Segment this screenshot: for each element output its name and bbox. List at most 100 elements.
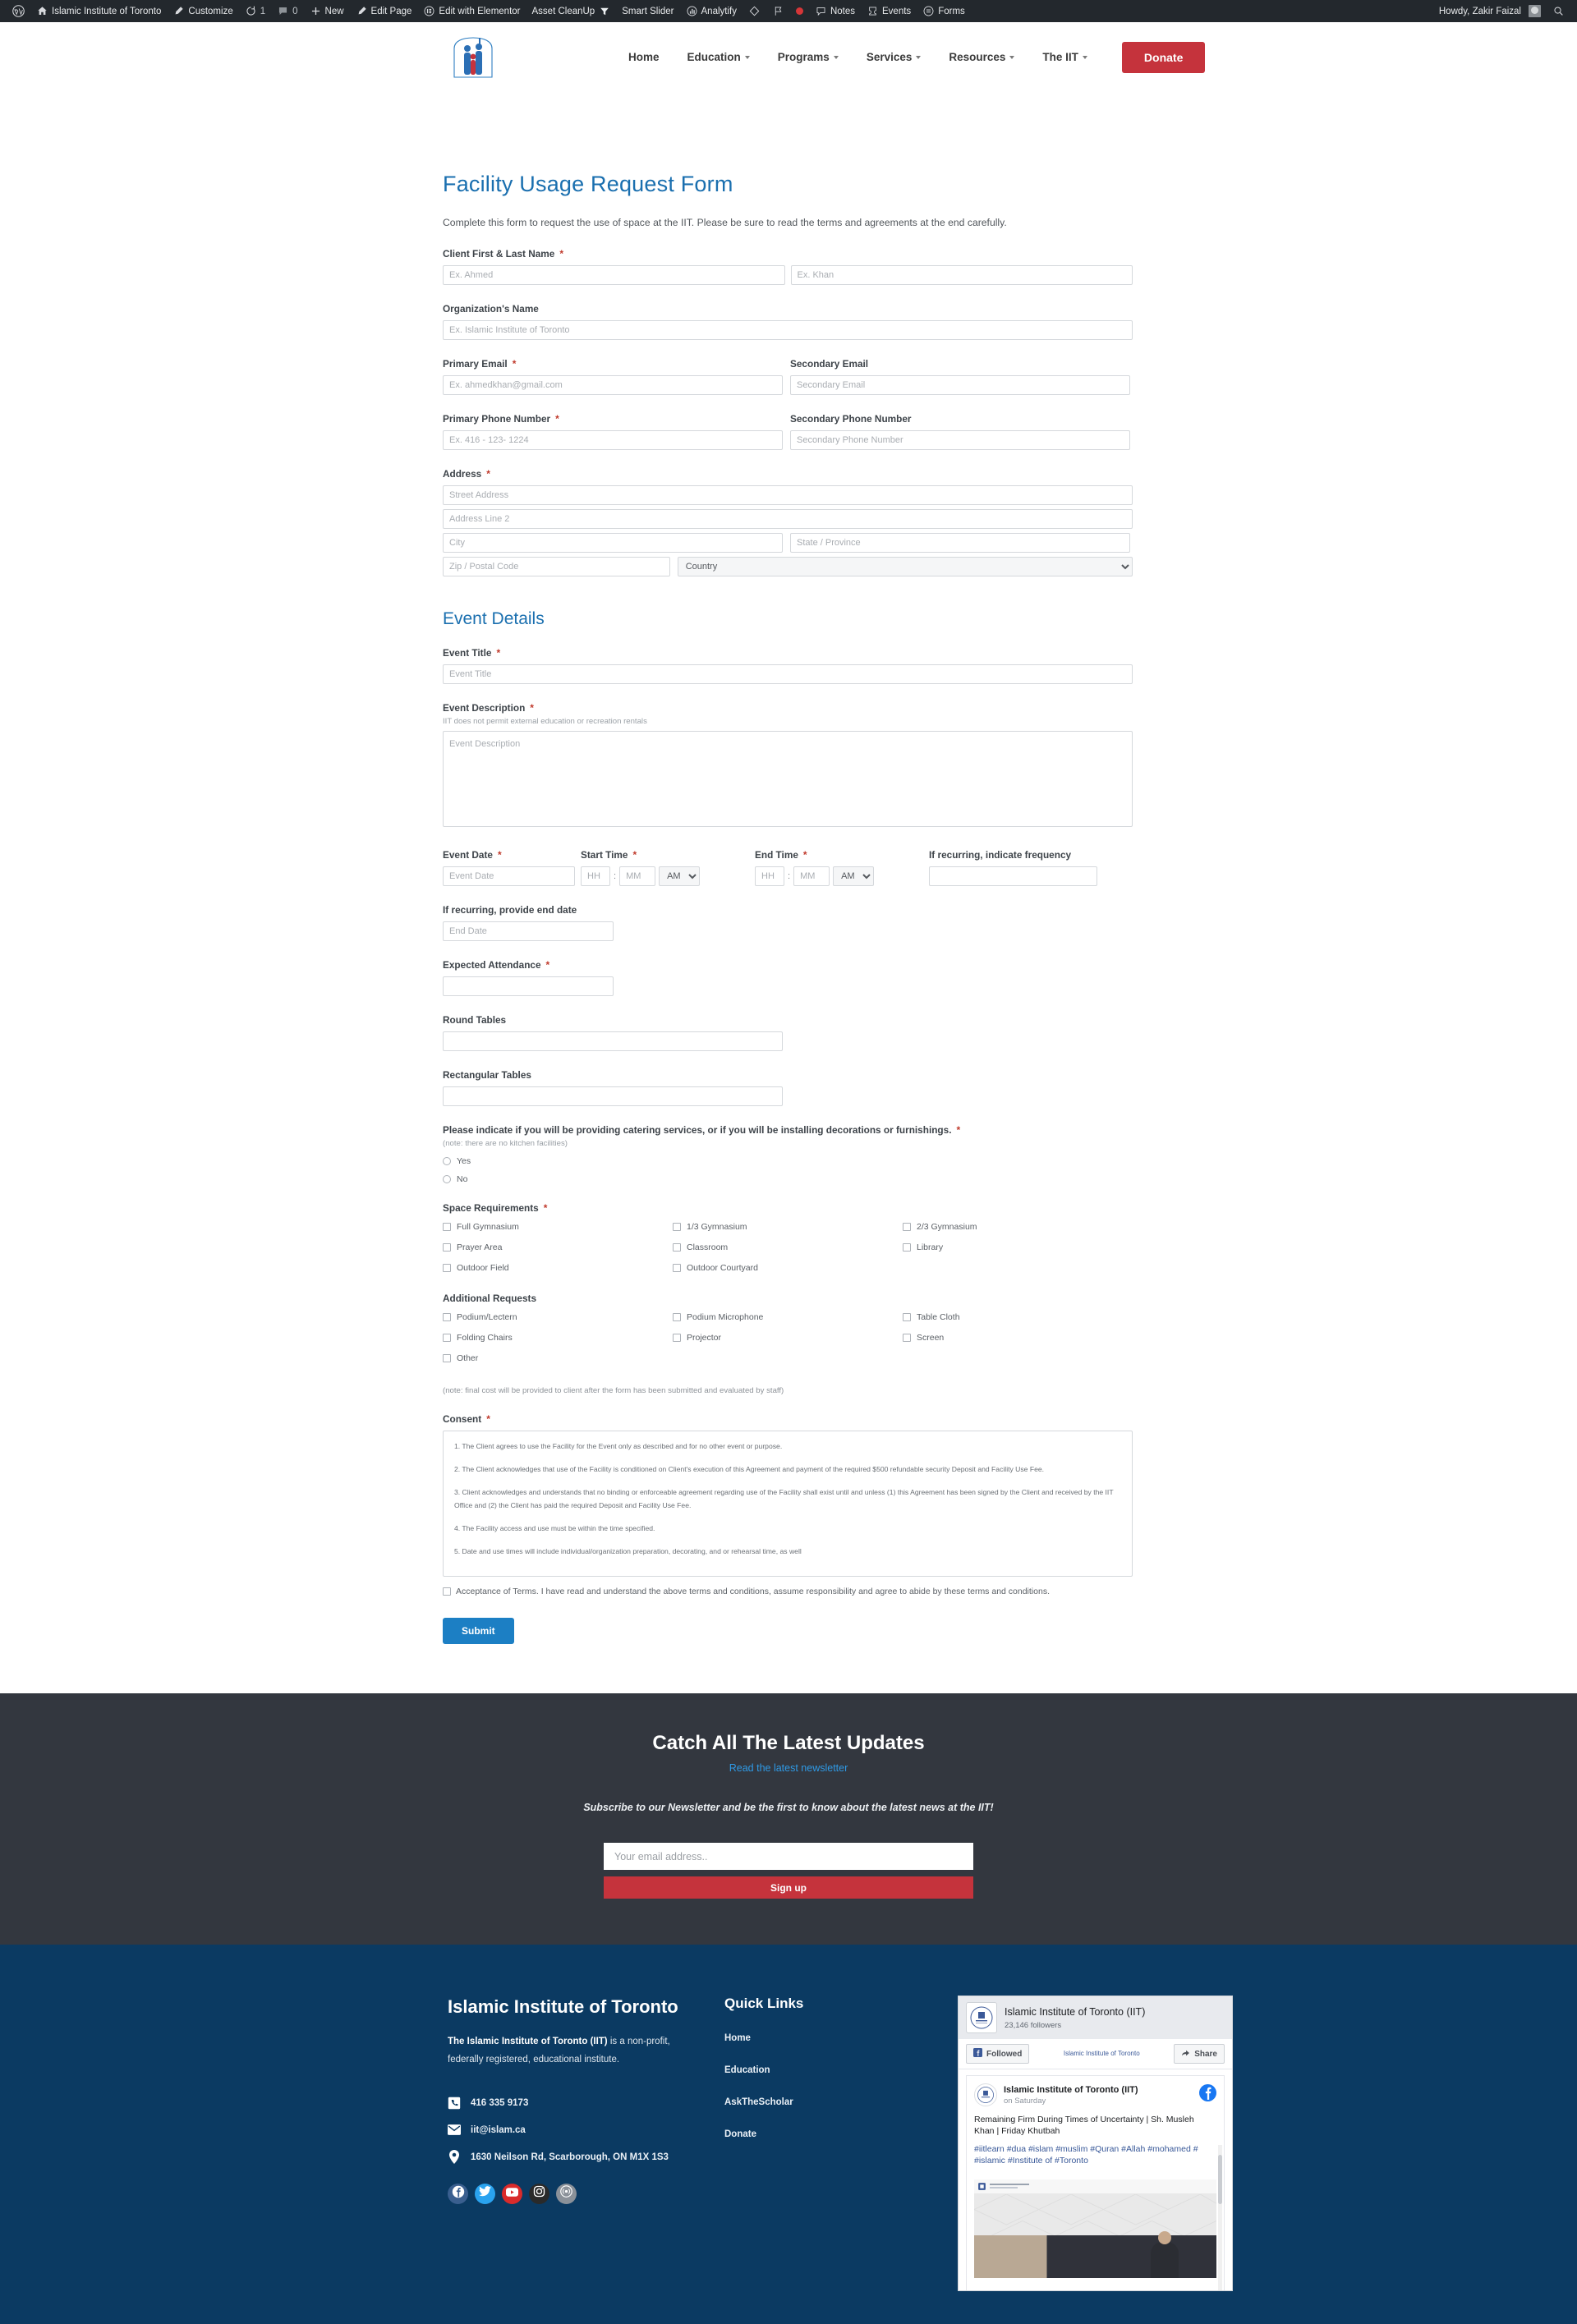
nav-item-services[interactable]: Services — [853, 51, 936, 63]
request-option-other[interactable]: Other — [443, 1353, 673, 1363]
recurring-frequency-input[interactable] — [929, 866, 1097, 887]
space-option-library[interactable]: Library — [903, 1242, 1133, 1252]
adminbar-search[interactable] — [1547, 0, 1570, 22]
acceptance-of-terms-checkbox[interactable]: Acceptance of Terms. I have read and und… — [443, 1587, 1133, 1596]
adminbar-diamond-plugin[interactable] — [743, 0, 766, 22]
primary-email-input[interactable] — [443, 375, 783, 396]
newsletter-signup-button[interactable]: Sign up — [604, 1876, 973, 1899]
secondary-email-input[interactable] — [790, 375, 1130, 396]
submit-button[interactable]: Submit — [443, 1618, 514, 1645]
adminbar-updates[interactable]: 1 — [239, 0, 271, 22]
adminbar-flag-plugin[interactable] — [766, 0, 790, 22]
event-date-input[interactable] — [443, 866, 575, 887]
start-time-hour-input[interactable] — [581, 866, 610, 887]
end-time-hour-input[interactable] — [755, 866, 784, 887]
space-option-prayer-area[interactable]: Prayer Area — [443, 1242, 673, 1252]
adminbar-customize[interactable]: Customize — [167, 0, 238, 22]
nav-item-programs[interactable]: Programs — [764, 51, 853, 63]
adminbar-forms[interactable]: Forms — [917, 0, 971, 22]
client-last-name-input[interactable] — [790, 265, 1133, 286]
adminbar-analytify[interactable]: Analytify — [680, 0, 743, 22]
zip-postal-code-input[interactable] — [443, 557, 670, 577]
adminbar-site-name-label: Islamic Institute of Toronto — [52, 6, 162, 16]
donate-button[interactable]: Donate — [1121, 41, 1206, 73]
country-select[interactable]: Country — [677, 557, 1133, 577]
newsletter-link[interactable]: Read the latest newsletter — [0, 1762, 1577, 1774]
request-option-podium-microphone[interactable]: Podium Microphone — [673, 1312, 903, 1322]
catering-option-no[interactable]: No — [443, 1174, 1133, 1184]
space-option-full-gymnasium[interactable]: Full Gymnasium — [443, 1222, 673, 1232]
nav-item-education[interactable]: Education — [674, 51, 764, 63]
adminbar-edit-page[interactable]: Edit Page — [350, 0, 418, 22]
social-link-facebook[interactable] — [448, 2183, 468, 2204]
social-link-twitter[interactable] — [475, 2183, 495, 2204]
facebook-post-media[interactable] — [974, 2179, 1216, 2278]
adminbar-events[interactable]: Events — [861, 0, 917, 22]
facebook-media-image — [974, 2193, 1216, 2278]
adminbar-site-name[interactable]: Islamic Institute of Toronto — [30, 0, 167, 22]
street-address-input[interactable] — [443, 485, 1133, 506]
adminbar-wordpress-logo[interactable] — [7, 0, 30, 22]
end-time-meridiem-select[interactable]: AM — [833, 866, 875, 887]
catering-option-yes[interactable]: Yes — [443, 1156, 1133, 1166]
request-option-table-cloth[interactable]: Table Cloth — [903, 1312, 1133, 1322]
facebook-post-hashtags[interactable]: #iitlearn #dua #islam #muslim #Quran #Al… — [974, 2143, 1216, 2166]
footer-email-row[interactable]: iit@islam.ca — [448, 2124, 690, 2137]
space-option-two-thirds-gymnasium[interactable]: 2/3 Gymnasium — [903, 1222, 1133, 1232]
rectangular-tables-input[interactable] — [443, 1086, 783, 1107]
social-link-youtube[interactable] — [502, 2183, 522, 2204]
end-time-minute-input[interactable] — [793, 866, 830, 887]
adminbar-edit-with-elementor[interactable]: Edit with Elementor — [417, 0, 526, 22]
adminbar-notes[interactable]: Notes — [809, 0, 861, 22]
request-option-projector[interactable]: Projector — [673, 1333, 903, 1343]
space-option-classroom[interactable]: Classroom — [673, 1242, 903, 1252]
request-option-podium-lectern[interactable]: Podium/Lectern — [443, 1312, 673, 1322]
start-time-minute-input[interactable] — [619, 866, 656, 887]
request-option-folding-chairs[interactable]: Folding Chairs — [443, 1333, 673, 1343]
recurring-end-date-input[interactable] — [443, 921, 614, 942]
event-title-input[interactable] — [443, 664, 1133, 685]
footer-link-askthescholar[interactable]: AskTheScholar — [724, 2097, 889, 2107]
newsletter-email-input[interactable] — [604, 1843, 973, 1871]
footer-address-row[interactable]: 1630 Neilson Rd, Scarborough, ON M1X 1S3 — [448, 2150, 690, 2165]
adminbar-new-content[interactable]: New — [304, 0, 350, 22]
end-time-inputs: : AM — [755, 866, 929, 887]
request-option-screen[interactable]: Screen — [903, 1333, 1133, 1343]
facebook-followed-button[interactable]: Followed — [966, 2044, 1030, 2065]
address-line-2-input[interactable] — [443, 509, 1133, 530]
space-option-outdoor-courtyard[interactable]: Outdoor Courtyard — [673, 1263, 903, 1273]
secondary-phone-input[interactable] — [790, 430, 1130, 451]
facebook-post-scrollbar-thumb[interactable] — [1218, 2155, 1222, 2205]
adminbar-my-account[interactable]: Howdy, Zakir Faizal — [1433, 0, 1547, 22]
event-description-textarea[interactable] — [443, 731, 1133, 828]
nav-item-resources[interactable]: Resources — [935, 51, 1028, 63]
site-logo[interactable] — [449, 34, 497, 80]
footer-link-home[interactable]: Home — [724, 2033, 889, 2043]
footer-phone-row[interactable]: 416 335 9173 — [448, 2097, 690, 2110]
nav-item-the-iit[interactable]: The IIT — [1028, 51, 1101, 63]
city-input[interactable] — [443, 533, 783, 553]
space-option-one-third-gymnasium[interactable]: 1/3 Gymnasium — [673, 1222, 903, 1232]
client-first-name-input[interactable] — [443, 265, 785, 286]
nav-item-home[interactable]: Home — [614, 51, 674, 63]
state-province-input[interactable] — [790, 533, 1130, 553]
adminbar-smart-slider[interactable]: Smart Slider — [616, 0, 679, 22]
footer-link-education[interactable]: Education — [724, 2065, 889, 2075]
footer-link-donate[interactable]: Donate — [724, 2129, 889, 2139]
consent-terms-box[interactable]: 1. The Client agrees to use the Facility… — [443, 1431, 1133, 1578]
start-time-inputs: : AM — [581, 866, 755, 887]
adminbar-comments[interactable]: 0 — [271, 0, 303, 22]
facebook-share-button[interactable]: Share — [1174, 2044, 1225, 2065]
start-time-meridiem-select[interactable]: AM — [659, 866, 701, 887]
primary-phone-input[interactable] — [443, 430, 783, 451]
social-link-podcast[interactable] — [556, 2183, 577, 2204]
pencil-icon — [172, 5, 185, 17]
space-option-outdoor-field[interactable]: Outdoor Field — [443, 1263, 673, 1273]
round-tables-input[interactable] — [443, 1031, 783, 1052]
adminbar-asset-cleanup[interactable]: Asset CleanUp — [526, 0, 617, 22]
social-link-instagram[interactable] — [529, 2183, 549, 2204]
label-round-tables-text: Round Tables — [443, 1014, 507, 1027]
organization-input[interactable] — [443, 320, 1133, 341]
expected-attendance-input[interactable] — [443, 976, 614, 997]
adminbar-alert-indicator[interactable] — [790, 0, 809, 22]
